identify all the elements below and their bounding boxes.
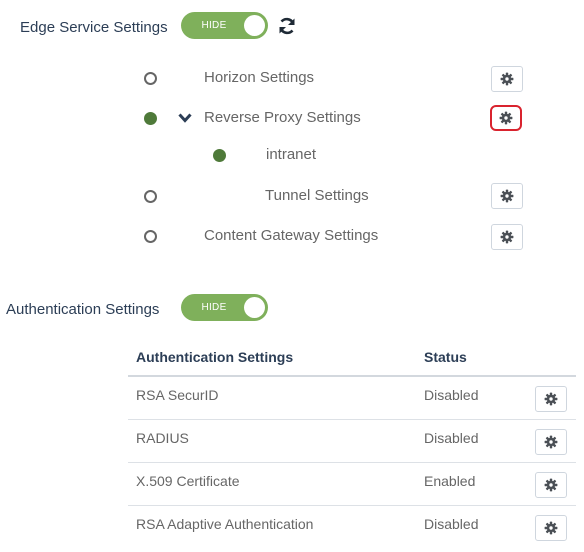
radio-tunnel[interactable] <box>144 190 157 203</box>
chevron-down-icon[interactable] <box>178 113 192 123</box>
gear-icon <box>500 72 514 86</box>
auth-method-name: RADIUS <box>136 430 189 446</box>
toggle-knob <box>244 297 265 318</box>
edge-item-label: Reverse Proxy Settings <box>204 109 361 126</box>
auth-method-name: RSA SecurID <box>136 387 219 403</box>
header-divider <box>128 375 576 377</box>
edge-service-settings-title: Edge Service Settings <box>20 19 168 36</box>
edge-item-label: Tunnel Settings <box>265 187 369 204</box>
radio-horizon[interactable] <box>144 72 157 85</box>
rsa-adaptive-auth-gear-button[interactable] <box>535 515 567 541</box>
gear-icon <box>544 392 558 406</box>
edge-item-label: Horizon Settings <box>204 69 315 86</box>
gear-icon <box>544 478 558 492</box>
auth-hide-toggle[interactable]: HIDE <box>181 294 268 321</box>
x509-certificate-gear-button[interactable] <box>535 472 567 498</box>
horizon-settings-gear-button[interactable] <box>491 66 523 92</box>
authentication-settings-title: Authentication Settings <box>6 301 160 318</box>
gear-icon <box>499 111 513 125</box>
auth-method-status: Disabled <box>424 387 479 403</box>
tunnel-settings-gear-button[interactable] <box>491 183 523 209</box>
gear-icon <box>544 435 558 449</box>
edge-toggle-label: HIDE <box>201 20 227 31</box>
radio-intranet[interactable] <box>213 149 226 162</box>
row-divider <box>128 505 576 506</box>
row-divider <box>128 419 576 420</box>
reverse-proxy-gear-button[interactable] <box>490 105 522 131</box>
auth-method-status: Enabled <box>424 473 476 489</box>
gear-icon <box>500 189 514 203</box>
auth-toggle-label: HIDE <box>201 302 227 313</box>
radio-reverse-proxy[interactable] <box>144 112 157 125</box>
auth-method-status: Disabled <box>424 516 479 532</box>
gear-icon <box>544 521 558 535</box>
toggle-knob <box>244 15 265 36</box>
edge-item-label: Content Gateway Settings <box>204 227 379 244</box>
rsa-securid-gear-button[interactable] <box>535 386 567 412</box>
row-divider <box>128 462 576 463</box>
radio-content-gateway[interactable] <box>144 230 157 243</box>
content-gateway-gear-button[interactable] <box>491 224 523 250</box>
auth-method-status: Disabled <box>424 430 479 446</box>
auth-method-name: RSA Adaptive Authentication <box>136 516 314 532</box>
refresh-icon[interactable] <box>277 16 297 36</box>
edge-item-label: intranet <box>266 146 317 163</box>
edge-hide-toggle[interactable]: HIDE <box>181 12 268 39</box>
gear-icon <box>500 230 514 244</box>
column-header-status: Status <box>424 349 467 365</box>
auth-method-name: X.509 Certificate <box>136 473 240 489</box>
column-header-name: Authentication Settings <box>136 349 294 365</box>
radius-gear-button[interactable] <box>535 429 567 455</box>
